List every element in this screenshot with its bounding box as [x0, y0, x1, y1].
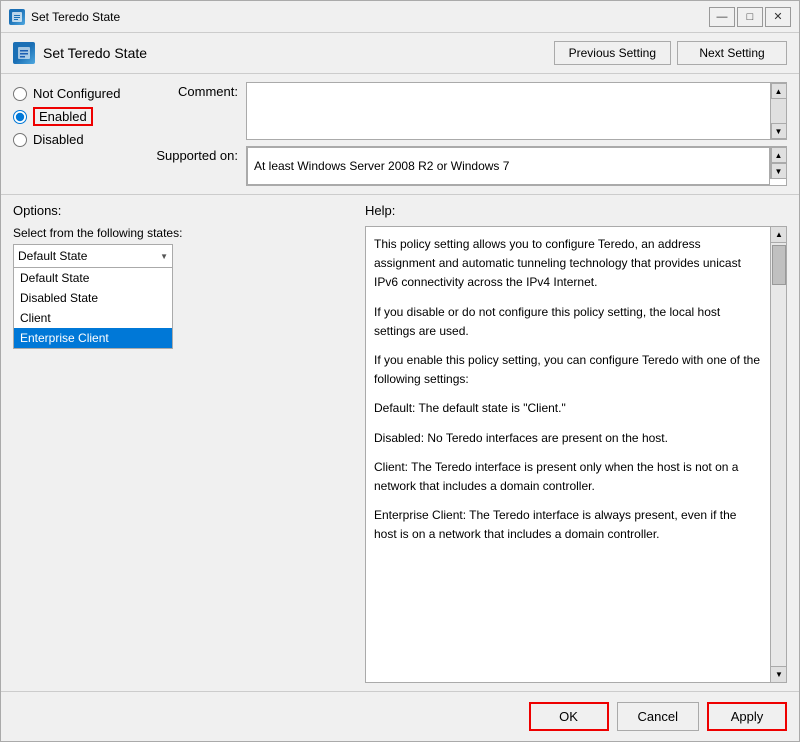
help-p4: Default: The default state is "Client." — [374, 399, 762, 418]
not-configured-radio[interactable]: Not Configured — [13, 86, 143, 101]
state-dropdown[interactable]: Default State ▼ — [13, 244, 173, 268]
supported-field: At least Windows Server 2008 R2 or Windo… — [246, 146, 787, 186]
help-title: Help: — [365, 203, 787, 218]
comment-scrollbar: ▲ ▼ — [770, 83, 786, 139]
next-setting-button[interactable]: Next Setting — [677, 41, 787, 65]
window-icon — [9, 9, 25, 25]
supported-row: Supported on: At least Windows Server 20… — [143, 146, 787, 186]
left-panel: Options: Select from the following state… — [13, 203, 353, 683]
help-scroll-box: This policy setting allows you to config… — [365, 226, 787, 683]
enabled-label: Enabled — [33, 107, 93, 126]
dropdown-selected-text: Default State — [18, 249, 160, 263]
scroll-down-arrow[interactable]: ▼ — [771, 123, 787, 139]
apply-button[interactable]: Apply — [707, 702, 787, 731]
help-p5: Disabled: No Teredo interfaces are prese… — [374, 429, 762, 448]
scroll-up-arrow[interactable]: ▲ — [771, 83, 787, 99]
disabled-label: Disabled — [33, 132, 84, 147]
close-button[interactable]: ✕ — [765, 7, 791, 27]
select-label: Select from the following states: — [13, 226, 353, 240]
comment-textarea[interactable] — [247, 83, 770, 139]
help-scrollbar: ▲ ▼ — [770, 227, 786, 682]
sup-scroll-up[interactable]: ▲ — [771, 147, 787, 163]
not-configured-label: Not Configured — [33, 86, 120, 101]
title-bar: Set Teredo State — □ ✕ — [1, 1, 799, 33]
help-p3: If you enable this policy setting, you c… — [374, 351, 762, 389]
main-section: Options: Select from the following state… — [1, 195, 799, 691]
supported-label: Supported on: — [143, 146, 238, 163]
comment-row: Comment: ▲ ▼ — [143, 82, 787, 140]
supported-value: At least Windows Server 2008 R2 or Windo… — [247, 147, 770, 185]
minimize-button[interactable]: — — [709, 7, 735, 27]
disabled-input[interactable] — [13, 133, 27, 147]
dropdown-item-enterprise[interactable]: Enterprise Client — [14, 328, 172, 348]
radio-group: Not Configured Enabled Disabled — [13, 82, 143, 186]
help-scroll-thumb[interactable] — [772, 245, 786, 285]
header-bar: Set Teredo State Previous Setting Next S… — [1, 33, 799, 74]
dropdown-list: Default State Disabled State Client Ente… — [13, 268, 173, 349]
disabled-radio[interactable]: Disabled — [13, 132, 143, 147]
cancel-button[interactable]: Cancel — [617, 702, 699, 731]
enabled-radio[interactable]: Enabled — [13, 107, 143, 126]
options-title: Options: — [13, 203, 353, 218]
footer: OK Cancel Apply — [1, 691, 799, 741]
top-section: Not Configured Enabled Disabled Comment: — [1, 74, 799, 195]
help-p6: Client: The Teredo interface is present … — [374, 458, 762, 496]
comment-label: Comment: — [143, 82, 238, 99]
window-title: Set Teredo State — [31, 10, 709, 24]
header-title: Set Teredo State — [43, 45, 554, 61]
main-window: Set Teredo State — □ ✕ Set Teredo State … — [0, 0, 800, 742]
help-p7: Enterprise Client: The Teredo interface … — [374, 506, 762, 544]
right-panel: Help: This policy setting allows you to … — [365, 203, 787, 683]
navigation-buttons: Previous Setting Next Setting — [554, 41, 787, 65]
help-scroll-down[interactable]: ▼ — [771, 666, 787, 682]
dropdown-item-client[interactable]: Client — [14, 308, 172, 328]
header-icon — [13, 42, 35, 64]
dropdown-item-default[interactable]: Default State — [14, 268, 172, 288]
window-controls: — □ ✕ — [709, 7, 791, 27]
help-scroll-up[interactable]: ▲ — [771, 227, 787, 243]
ok-button[interactable]: OK — [529, 702, 609, 731]
help-p1: This policy setting allows you to config… — [374, 235, 762, 293]
not-configured-input[interactable] — [13, 87, 27, 101]
dropdown-item-disabled[interactable]: Disabled State — [14, 288, 172, 308]
help-p2: If you disable or do not configure this … — [374, 303, 762, 341]
comment-field: ▲ ▼ — [246, 82, 787, 140]
supported-scrollbar: ▲ ▼ — [770, 147, 786, 179]
dropdown-arrow-icon: ▼ — [160, 252, 168, 261]
sup-scroll-down[interactable]: ▼ — [771, 163, 787, 179]
help-text: This policy setting allows you to config… — [366, 227, 770, 682]
maximize-button[interactable]: □ — [737, 7, 763, 27]
enabled-input[interactable] — [13, 110, 27, 124]
content-area: Not Configured Enabled Disabled Comment: — [1, 74, 799, 691]
right-fields: Comment: ▲ ▼ Supported on: At least — [143, 82, 787, 186]
previous-setting-button[interactable]: Previous Setting — [554, 41, 671, 65]
